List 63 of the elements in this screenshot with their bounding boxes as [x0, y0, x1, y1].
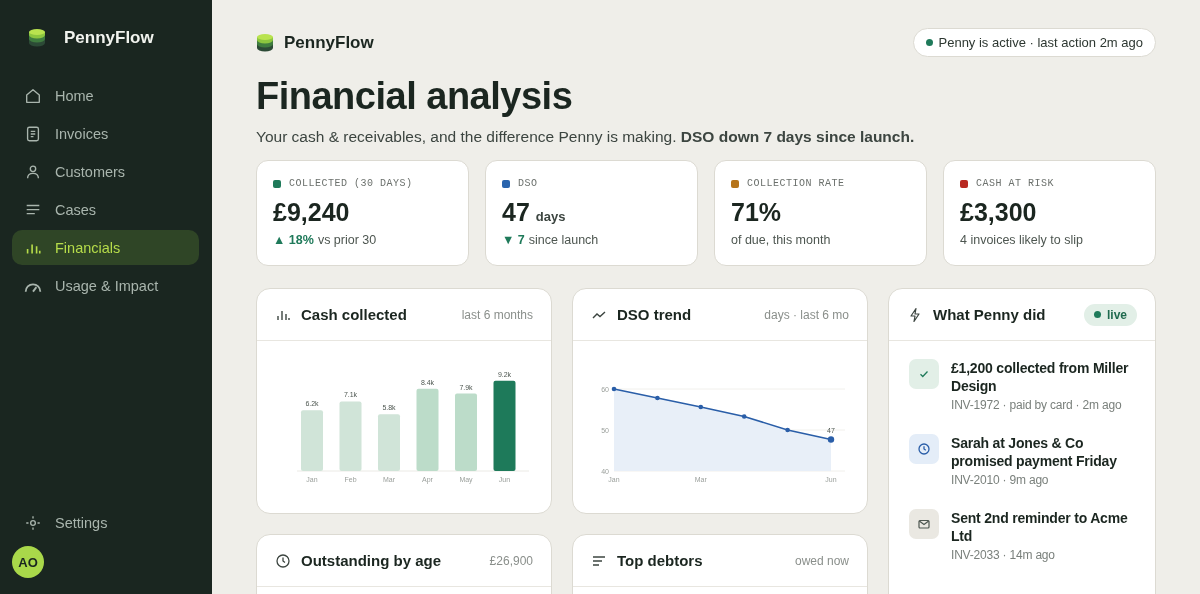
- nav-item[interactable]: Cases: [12, 192, 199, 227]
- user-avatar[interactable]: AO: [12, 546, 44, 578]
- clock-icon: [275, 552, 291, 569]
- card-title: DSO trend: [617, 306, 692, 323]
- card-subtitle: £26,900: [489, 553, 533, 568]
- data-point: [741, 414, 747, 419]
- nav-item[interactable]: Customers: [12, 154, 199, 189]
- bar: [378, 414, 400, 471]
- kpi-value: 47: [502, 198, 530, 227]
- envelope-icon: [909, 509, 939, 539]
- kpi-label: CASH AT RISK: [976, 178, 1054, 189]
- card-subtitle: owed now: [794, 553, 849, 568]
- activity-meta: INV-2033 · 14m ago: [951, 548, 1056, 562]
- status-pill: Penny is active · last action 2m ago: [912, 28, 1156, 57]
- clock-icon: [909, 434, 939, 464]
- brand-name: PennyFlow: [284, 32, 374, 53]
- page-title: Financial analysis: [256, 75, 574, 118]
- kpi-note: since launch: [528, 233, 599, 247]
- activity-title: £1,200 collected from Miller Design: [951, 359, 1130, 395]
- kpi-delta: ▼ 7: [502, 233, 525, 247]
- activity-title: Sent 2nd reminder to Acme Ltd: [951, 509, 1129, 545]
- brand-name: PennyFlow: [64, 28, 154, 48]
- data-point: [785, 427, 790, 433]
- kpi-label: COLLECTION RATE: [747, 178, 845, 189]
- document-icon: [24, 124, 42, 143]
- check-icon: [909, 359, 939, 389]
- kpi-note: 4 invoices likely to slip: [960, 233, 1083, 247]
- data-point: [827, 436, 835, 443]
- kpi-unit: days: [535, 209, 566, 224]
- kpi-value: 71%: [731, 198, 782, 227]
- activity-meta: INV-2010 · 9m ago: [951, 473, 1050, 487]
- data-point: [698, 404, 704, 410]
- nav-item[interactable]: Invoices: [12, 116, 199, 151]
- logo-icon: [28, 28, 46, 48]
- card-subtitle: days · last 6 mo: [764, 307, 849, 322]
- kpi-delta: ▲ 18%: [273, 233, 314, 247]
- data-point: [655, 395, 660, 401]
- settings-icon: [24, 513, 42, 532]
- card-title: Cash collected: [301, 306, 407, 323]
- nav-item[interactable]: Home: [12, 78, 199, 113]
- kpi-note: vs prior 30: [317, 233, 377, 247]
- card-title: Top debtors: [617, 552, 703, 569]
- gauge-icon: [24, 282, 42, 293]
- activity-meta: INV-1972 · paid by card · 2m ago: [951, 398, 1123, 412]
- card-title: Outstanding by age: [301, 552, 441, 569]
- home-icon: [24, 86, 42, 105]
- kpi-label: COLLECTED (30 DAYS): [289, 178, 413, 189]
- live-badge: live: [1084, 303, 1137, 326]
- data-point: [611, 386, 617, 392]
- nav-item[interactable]: Settings: [12, 505, 199, 540]
- nav-item[interactable]: Usage & Impact: [12, 268, 199, 303]
- activity-title: Sarah at Jones & Co promised payment Friday: [951, 434, 1118, 470]
- kpi-label: DSO: [518, 178, 538, 189]
- logo-icon: [256, 32, 274, 53]
- bar: [301, 410, 323, 471]
- kpi-value: £9,240: [273, 198, 350, 227]
- card-subtitle: last 6 months: [461, 307, 533, 322]
- nav-item[interactable]: Financials: [12, 230, 199, 265]
- page-subtitle: Your cash & receivables, and the difference Penny is making. DSO down 7 days since launch.: [256, 128, 916, 146]
- kpi-value: £3,300: [960, 198, 1037, 227]
- kpi-note: of due, this month: [731, 233, 831, 247]
- card-title: What Penny did: [933, 306, 1046, 323]
- bar: [339, 401, 362, 471]
